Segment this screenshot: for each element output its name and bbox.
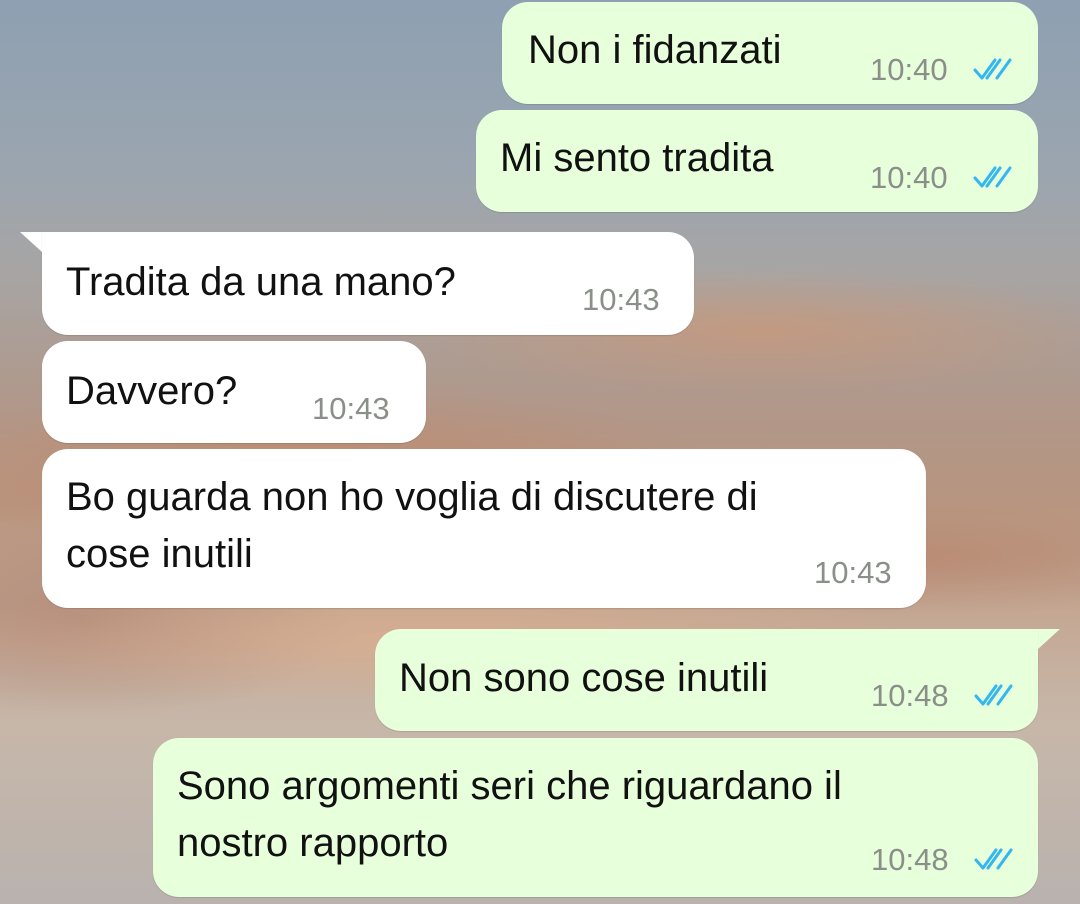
message-bubble-incoming[interactable]: Bo guarda non ho voglia di discutere di …: [42, 449, 926, 608]
double-check-read-icon: [973, 58, 1012, 80]
message-time: 10:43: [814, 555, 892, 590]
message-bubble-outgoing[interactable]: Non i fidanzati 10:40: [502, 2, 1038, 104]
message-bubble-incoming[interactable]: Tradita da una mano? 10:43: [42, 232, 694, 335]
message-text: Non i fidanzati: [528, 28, 782, 72]
message-text: Davvero?: [66, 369, 238, 413]
message-time: 10:40: [870, 160, 948, 195]
message-time: 10:40: [870, 52, 948, 87]
message-time: 10:48: [871, 842, 949, 877]
message-time: 10:43: [312, 391, 390, 426]
message-text: Sono argomenti seri che riguardano il no…: [177, 764, 842, 865]
message-time: 10:48: [871, 678, 949, 713]
double-check-read-icon: [974, 684, 1013, 706]
message-text: Bo guarda non ho voglia di discutere di …: [66, 475, 758, 576]
message-bubble-outgoing[interactable]: Mi sento tradita 10:40: [476, 110, 1038, 212]
message-text: Tradita da una mano?: [66, 260, 456, 304]
message-time: 10:43: [582, 282, 660, 317]
message-bubble-outgoing[interactable]: Sono argomenti seri che riguardano il no…: [153, 738, 1038, 897]
message-bubble-outgoing[interactable]: Non sono cose inutili 10:48: [375, 629, 1038, 731]
double-check-read-icon: [974, 848, 1013, 870]
double-check-read-icon: [973, 166, 1012, 188]
message-text: Mi sento tradita: [500, 136, 774, 180]
message-text: Non sono cose inutili: [399, 656, 769, 700]
message-bubble-incoming[interactable]: Davvero? 10:43: [42, 341, 426, 443]
